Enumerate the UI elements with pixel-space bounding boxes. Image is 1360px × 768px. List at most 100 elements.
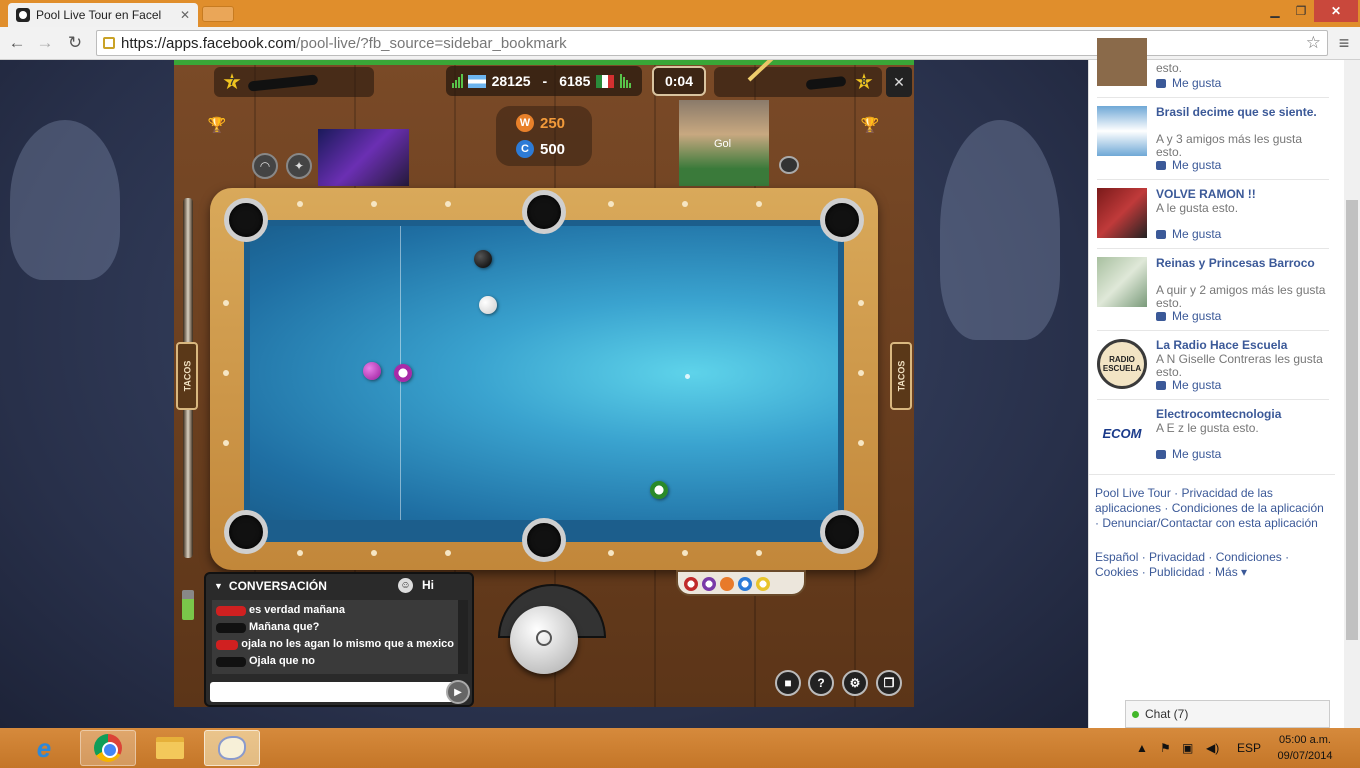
minimize-icon[interactable]: ▁: [1262, 0, 1288, 22]
back-icon[interactable]: ←: [6, 32, 28, 54]
ticker-title[interactable]: Electrocomtecnologia: [1156, 408, 1330, 421]
potted-balls-rack: [676, 570, 806, 596]
ticker-title[interactable]: VOLVE RAMON !!: [1156, 188, 1330, 201]
redacted-name: [805, 75, 847, 91]
network-icon[interactable]: ▣: [1182, 728, 1193, 768]
pocket: [224, 510, 268, 554]
signal-icon: [452, 74, 463, 88]
tab-close-icon[interactable]: ✕: [180, 8, 190, 22]
cue-ball[interactable]: [479, 296, 497, 314]
stars-icon[interactable]: ✦: [286, 153, 312, 179]
trophy-icon[interactable]: 🏆: [860, 116, 880, 136]
shot-timer: 0:04: [652, 66, 706, 96]
facebook-footer-links[interactable]: Español · Privacidad · Condiciones · Coo…: [1095, 550, 1331, 580]
menu-icon[interactable]: ≡: [1336, 33, 1352, 53]
reload-icon[interactable]: ↻: [64, 32, 86, 54]
close-game-icon[interactable]: ✕: [886, 67, 912, 97]
signal-icon: [619, 74, 631, 88]
close-window-icon[interactable]: ✕: [1314, 0, 1358, 22]
ticker-item[interactable]: Brasil decime que se siente. A y 3 amigo…: [1097, 106, 1331, 172]
ticker-title[interactable]: Brasil decime que se siente.: [1156, 106, 1330, 119]
chrome-taskbar-button[interactable]: [80, 730, 136, 766]
argentina-flag-icon: [468, 74, 486, 88]
ranking-icon[interactable]: ◠: [252, 153, 278, 179]
ticker-item[interactable]: esto. Me gusta: [1097, 38, 1331, 90]
right-cues-tab[interactable]: TACOS: [890, 342, 912, 410]
show-hidden-icons[interactable]: ▲: [1136, 728, 1148, 768]
coins-icon: C: [516, 140, 534, 158]
volume-icon[interactable]: ◀): [1206, 728, 1219, 768]
facebook-chat-bar[interactable]: Chat (7): [1125, 700, 1330, 728]
wins-coins-panel: W 250 C 500: [496, 106, 592, 166]
flag-icon[interactable]: ⚑: [1160, 728, 1171, 768]
ball-purple-stripe: [394, 364, 412, 382]
internet-explorer-icon[interactable]: e: [16, 730, 72, 766]
ball-green-stripe: [650, 481, 668, 499]
paint-taskbar-button[interactable]: [204, 730, 260, 766]
top-progress-bar: [174, 60, 914, 65]
ticker-item[interactable]: ECOM Electrocomtecnologia A E z le gusta…: [1097, 408, 1331, 468]
collapse-icon[interactable]: ▼: [214, 581, 223, 591]
pool-favicon-icon: [16, 8, 30, 22]
ticker-item[interactable]: Reinas y Princesas Barroco A quir y 2 am…: [1097, 257, 1331, 323]
page-scrollbar[interactable]: [1344, 60, 1360, 728]
ticker-thumbnail: [1097, 188, 1147, 238]
thumbs-up-icon: [1156, 78, 1166, 88]
spin-target-icon: [536, 630, 552, 646]
like-link[interactable]: Me gusta: [1156, 447, 1221, 461]
windows-taskbar: e ▲ ⚑ ▣ ◀) ESP 05:00 a.m. 09/07/2014: [0, 728, 1360, 768]
like-link[interactable]: Me gusta: [1156, 76, 1221, 90]
thumbs-up-icon: [1156, 229, 1166, 239]
wins-value: 250: [540, 114, 566, 132]
chat-scrollbar[interactable]: [458, 600, 468, 674]
clock-time: 05:00 a.m.: [1279, 734, 1331, 746]
send-icon[interactable]: ▶: [446, 680, 470, 704]
lock-icon: [103, 37, 115, 49]
speech-bubble-icon[interactable]: [779, 156, 799, 174]
ticker-title[interactable]: La Radio Hace Escuela: [1156, 339, 1330, 352]
like-link[interactable]: Me gusta: [1156, 378, 1221, 392]
pocket: [522, 518, 566, 562]
ticker-item[interactable]: VOLVE RAMON !! A le gusta esto. Me gusta: [1097, 188, 1331, 248]
thumbs-up-icon: [1156, 449, 1166, 459]
ball-purple-solid: [363, 362, 381, 380]
video-icon[interactable]: ■: [775, 670, 801, 696]
forward-icon[interactable]: →: [34, 32, 56, 54]
like-link[interactable]: Me gusta: [1156, 309, 1221, 323]
ticker-item[interactable]: RADIO ESCUELA La Radio Hace Escuela A N …: [1097, 339, 1331, 399]
system-clock[interactable]: 05:00 a.m. 09/07/2014: [1272, 732, 1338, 764]
like-link[interactable]: Me gusta: [1156, 158, 1221, 172]
ticker-title[interactable]: Reinas y Princesas Barroco: [1156, 257, 1330, 270]
maximize-icon[interactable]: ❐: [1288, 0, 1314, 22]
ticker-thumbnail: [1097, 38, 1147, 86]
chat-message: ojala no les agan lo mismo que a mexico: [216, 636, 454, 653]
pocket: [820, 510, 864, 554]
trophy-icon[interactable]: 🏆: [207, 116, 227, 136]
bookmark-star-icon[interactable]: ☆: [1306, 33, 1321, 53]
battery-icon: [182, 590, 194, 620]
hi-button[interactable]: Hi: [422, 578, 434, 592]
like-link[interactable]: Me gusta: [1156, 227, 1221, 241]
settings-icon[interactable]: ⚙: [842, 670, 868, 696]
tab-pool-live-tour[interactable]: Pool Live Tour en Facel ✕: [8, 3, 198, 27]
chat-input[interactable]: [210, 682, 454, 702]
file-explorer-button[interactable]: [142, 730, 198, 766]
app-footer-links[interactable]: Pool Live Tour · Privacidad de las aplic…: [1095, 486, 1331, 531]
help-icon[interactable]: ?: [808, 670, 834, 696]
pool-game-canvas[interactable]: ★ 7 ★ 8 28125 - 6185 0:04 ✕ 🏆 🏆 ◠ ✦ Gol: [174, 60, 914, 707]
pocket: [224, 198, 268, 242]
emoji-icon[interactable]: ☺: [398, 578, 413, 593]
left-cues-tab[interactable]: TACOS: [176, 342, 198, 410]
chat-message: Mañana que?: [216, 619, 454, 636]
scrollbar-thumb[interactable]: [1346, 200, 1358, 640]
score-left: 28125: [491, 73, 531, 89]
table-felt[interactable]: [250, 226, 838, 520]
page-content: ★ 7 ★ 8 28125 - 6185 0:04 ✕ 🏆 🏆 ◠ ✦ Gol: [0, 38, 1360, 728]
redacted-name: [247, 74, 319, 92]
new-tab-button[interactable]: [202, 6, 234, 22]
window-icon[interactable]: ❐: [876, 670, 902, 696]
tab-title: Pool Live Tour en Facel: [36, 8, 162, 22]
player-left-level: 7: [229, 77, 235, 88]
language-indicator[interactable]: ESP: [1237, 728, 1261, 768]
pocket: [522, 190, 566, 234]
